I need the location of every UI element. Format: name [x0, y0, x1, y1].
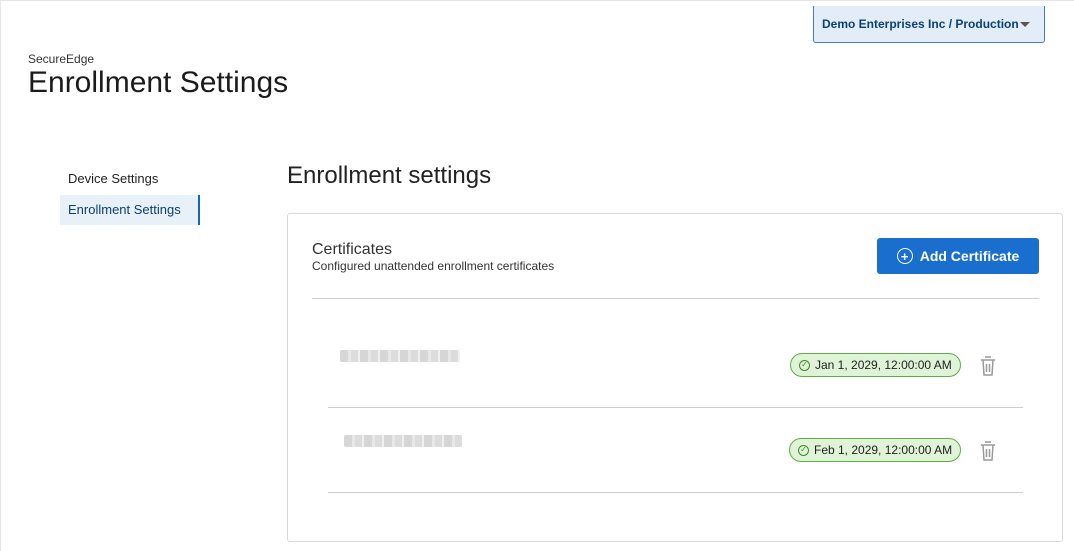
- org-selector-dropdown[interactable]: Demo Enterprises Inc / Production: [813, 6, 1045, 43]
- check-circle-icon: ✓: [799, 359, 810, 371]
- chevron-down-icon: [1020, 22, 1030, 27]
- expiry-badge: ✓ Jan 1, 2029, 12:00:00 AM: [790, 353, 961, 377]
- plus-circle-icon: +: [896, 248, 913, 264]
- add-certificate-button[interactable]: + Add Certificate: [877, 238, 1039, 274]
- trash-icon[interactable]: [978, 440, 998, 462]
- page-title: Enrollment Settings: [28, 66, 289, 99]
- header-divider: [312, 298, 1039, 299]
- expiry-date: Feb 1, 2029, 12:00:00 AM: [814, 443, 953, 457]
- certificate-name-redacted: [340, 350, 460, 362]
- certificates-subtitle: Configured unattended enrollment certifi…: [312, 259, 555, 273]
- certificates-card: Certificates Configured unattended enrol…: [287, 213, 1063, 542]
- section-title: Enrollment settings: [287, 162, 492, 189]
- trash-icon[interactable]: [978, 355, 998, 377]
- settings-sidebar: Device Settings Enrollment Settings: [60, 164, 200, 226]
- certificates-title: Certificates: [312, 241, 393, 258]
- sidebar-item-enrollment-settings[interactable]: Enrollment Settings: [60, 195, 200, 225]
- org-selector-label: Demo Enterprises Inc / Production: [822, 17, 1019, 31]
- check-circle-icon: ✓: [798, 444, 809, 456]
- sidebar-item-device-settings[interactable]: Device Settings: [60, 164, 200, 194]
- expiry-badge: ✓ Feb 1, 2029, 12:00:00 AM: [789, 438, 962, 462]
- certificate-name-redacted: [344, 435, 462, 447]
- app-name: SecureEdge: [28, 52, 95, 66]
- expiry-date: Jan 1, 2029, 12:00:00 AM: [815, 358, 952, 372]
- row-divider: [328, 492, 1023, 493]
- row-divider: [328, 407, 1023, 408]
- add-certificate-label: Add Certificate: [919, 248, 1020, 264]
